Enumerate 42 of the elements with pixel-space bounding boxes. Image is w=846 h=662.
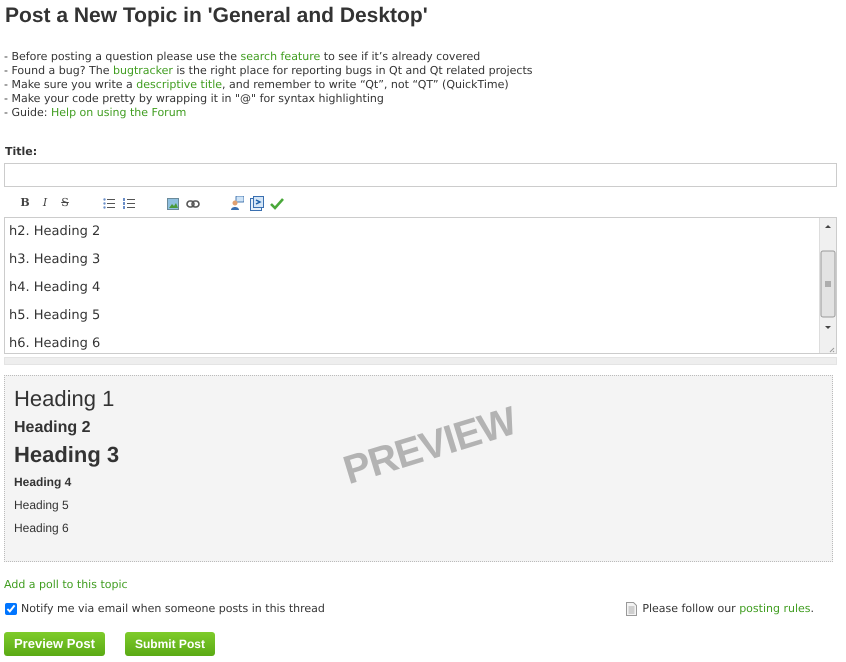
- editor-line: h5. Heading 5: [9, 306, 102, 324]
- preview-heading: Heading 6: [14, 520, 69, 536]
- notify-label: Notify me via email when someone posts in this thread: [21, 601, 325, 617]
- posting-rules-text: Please follow our posting rules.: [642, 601, 814, 617]
- title-label: Title:: [5, 144, 38, 160]
- page-title: Post a New Topic in 'General and Desktop': [5, 4, 429, 28]
- title-field[interactable]: [4, 162, 837, 186]
- numbered-list-icon[interactable]: [123, 198, 135, 209]
- preview-heading: Heading 2: [14, 418, 90, 438]
- bulleted-list-icon[interactable]: [103, 198, 115, 209]
- italic-button[interactable]: I: [36, 196, 54, 212]
- guideline-text: - Guide: Help on using the Forum: [4, 106, 188, 120]
- guideline-text: - Found a bug? The bugtracker is the right place for reporting bugs in Qt and Qt related projects: [4, 64, 534, 78]
- editor-line: h6. Heading 6: [9, 334, 102, 352]
- bold-button[interactable]: B: [16, 196, 34, 212]
- preview-button[interactable]: Preview Post: [4, 632, 105, 656]
- editor-field[interactable]: h2. Heading 2 h3. Heading 3 h4. Heading 4 h5. Heading 5 h6. Heading 6: [4, 216, 837, 354]
- user-speech-icon[interactable]: [230, 196, 244, 211]
- posting-rules-link[interactable]: posting rules: [739, 602, 810, 615]
- preview-heading: Heading 1: [14, 384, 114, 413]
- link-icon[interactable]: [186, 200, 200, 208]
- editor-line: h4. Heading 4: [9, 278, 102, 296]
- add-poll-link[interactable]: Add a poll to this topic: [4, 576, 128, 593]
- check-icon[interactable]: [270, 198, 284, 210]
- submit-button[interactable]: Submit Post: [124, 632, 215, 656]
- guideline-text: - Make your code pretty by wrapping it in "@" for syntax highlighting: [4, 92, 385, 106]
- document-icon: [626, 602, 638, 616]
- guideline-link[interactable]: bugtracker: [113, 64, 173, 77]
- guideline-text: - Before posting a question please use the search feature to see if it’s already covered: [4, 50, 482, 64]
- guideline-link[interactable]: descriptive title: [136, 78, 222, 91]
- guideline-link[interactable]: search feature: [240, 50, 320, 63]
- editor-line: h3. Heading 3: [9, 250, 102, 268]
- editor-line: h2. Heading 2: [9, 222, 102, 240]
- image-icon[interactable]: [167, 198, 179, 210]
- guideline-link[interactable]: Help on using the Forum: [50, 106, 186, 119]
- preview-heading: Heading 4: [14, 474, 72, 490]
- guideline-text: - Make sure you write a descriptive title, and remember to write “Qt”, not “QT” (QuickTime): [4, 78, 510, 92]
- notify-checkbox[interactable]: [5, 603, 17, 616]
- preview-heading: Heading 5: [14, 496, 69, 514]
- preview-heading: Heading 3: [14, 440, 120, 469]
- code-icon[interactable]: [250, 196, 264, 211]
- strikethrough-button[interactable]: S: [56, 196, 74, 212]
